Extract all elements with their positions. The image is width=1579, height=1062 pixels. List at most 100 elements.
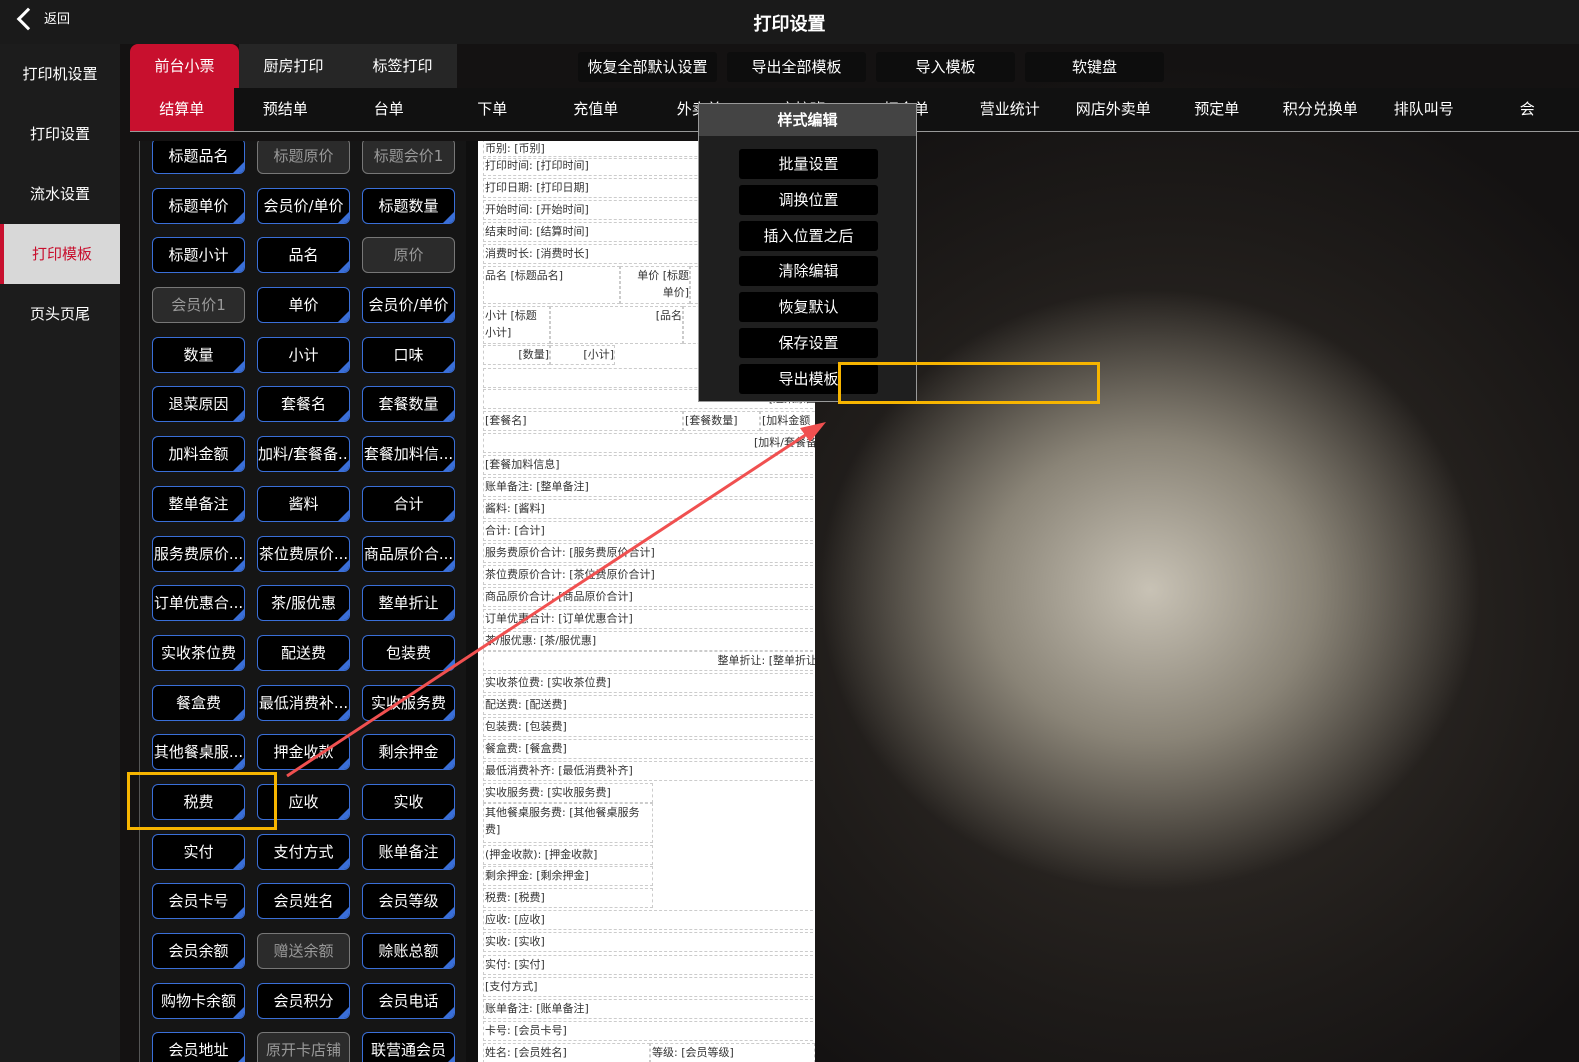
tab-receipt-12[interactable]: 排队叫号 — [1372, 88, 1476, 131]
field-button[interactable]: 支付方式 — [257, 833, 350, 870]
preview-field[interactable]: 茶位费原价合计: [茶位费原价合计] — [483, 565, 815, 585]
preview-field[interactable]: 服务费原价合计: [服务费原价合计] — [483, 543, 815, 563]
field-button[interactable]: 标题原价 — [257, 141, 350, 174]
preview-field[interactable]: 订单优惠合计: [订单优惠合计] — [483, 609, 815, 629]
field-button[interactable]: 会员价1 — [152, 287, 245, 324]
field-button[interactable]: 最低消费补... — [257, 684, 350, 721]
tab-receipt-11[interactable]: 积分兑换单 — [1269, 88, 1373, 131]
preview-field[interactable]: [加料/套餐备 — [483, 433, 815, 453]
preview-field[interactable]: [小计] — [550, 345, 615, 365]
preview-field[interactable]: (押金收款): [押金收款] — [483, 845, 653, 865]
field-button[interactable]: 原开卡店铺 — [257, 1032, 350, 1062]
field-button[interactable]: 整单折让 — [362, 585, 455, 622]
field-button[interactable]: 押金收款 — [257, 734, 350, 771]
field-button[interactable]: 加料金额 — [152, 436, 245, 473]
field-button[interactable]: 实付 — [152, 833, 245, 870]
field-button[interactable]: 会员积分 — [257, 982, 350, 1019]
preview-field[interactable]: [支付方式] — [483, 977, 815, 997]
preview-field[interactable]: 其他餐桌服务费: [其他餐桌服务 费] — [483, 803, 653, 843]
tab-label-print[interactable]: 标签打印 — [348, 44, 457, 88]
field-button[interactable]: 实收茶位费 — [152, 634, 245, 671]
field-button[interactable]: 标题小计 — [152, 237, 245, 274]
field-button[interactable]: 合计 — [362, 485, 455, 522]
field-button[interactable]: 套餐名 — [257, 386, 350, 423]
field-button[interactable]: 口味 — [362, 336, 455, 373]
preview-field[interactable]: 卡号: [会员卡号] — [483, 1021, 815, 1041]
field-button[interactable]: 标题会价1 — [362, 141, 455, 174]
tab-receipt-1[interactable]: 预结单 — [234, 88, 338, 131]
field-button[interactable]: 配送费 — [257, 634, 350, 671]
field-button[interactable]: 包装费 — [362, 634, 455, 671]
field-button[interactable]: 数量 — [152, 336, 245, 373]
insert-after-button[interactable]: 插入位置之后 — [739, 220, 878, 251]
preview-field[interactable]: 小计 [标题 小计] — [483, 306, 550, 344]
field-button[interactable]: 整单备注 — [152, 485, 245, 522]
field-button[interactable]: 原价 — [362, 237, 455, 274]
preview-field[interactable]: 品名 [标题品名] — [483, 266, 620, 304]
tab-receipt-13[interactable]: 会 — [1476, 88, 1579, 131]
preview-field[interactable]: [数量] — [483, 345, 550, 365]
tab-front-receipt[interactable]: 前台小票 — [130, 44, 239, 88]
field-button[interactable]: 联营通会员 — [362, 1032, 455, 1062]
tab-receipt-3[interactable]: 下单 — [441, 88, 545, 131]
preview-field[interactable]: 整单折让: [整单折让 — [483, 651, 815, 671]
field-button[interactable]: 会员余额 — [152, 933, 245, 969]
preview-field[interactable]: [套餐名] — [483, 411, 683, 431]
preview-field[interactable]: 实收服务费: [实收服务费] — [483, 783, 653, 803]
field-button[interactable]: 标题单价 — [152, 187, 245, 224]
field-button[interactable]: 会员等级 — [362, 883, 455, 920]
field-button[interactable]: 标题品名 — [152, 141, 245, 174]
field-button[interactable]: 剩余押金 — [362, 734, 455, 771]
field-button[interactable]: 商品原价合... — [362, 535, 455, 572]
tab-receipt-9[interactable]: 网店外卖单 — [1062, 88, 1166, 131]
preview-field[interactable]: [加料金额 — [760, 411, 815, 431]
field-button[interactable]: 赊账总额 — [362, 933, 455, 969]
sidebar-item-serial-settings[interactable]: 流水设置 — [0, 164, 120, 224]
field-button[interactable]: 标题数量 — [362, 187, 455, 224]
save-settings-button[interactable]: 保存设置 — [739, 328, 878, 358]
preview-field[interactable]: 配送费: [配送费] — [483, 695, 815, 715]
field-button[interactable]: 实收 — [362, 783, 455, 820]
sidebar-item-header-footer[interactable]: 页头页尾 — [0, 284, 120, 344]
tab-kitchen-print[interactable]: 厨房打印 — [239, 44, 348, 88]
preview-field[interactable]: 实付: [实付] — [483, 955, 815, 975]
tab-receipt-4[interactable]: 充值单 — [544, 88, 648, 131]
field-button[interactable]: 会员电话 — [362, 982, 455, 1019]
sidebar-item-print-settings[interactable]: 打印设置 — [0, 104, 120, 164]
field-button[interactable]: 套餐加料信... — [362, 436, 455, 473]
tab-receipt-0[interactable]: 结算单 — [130, 88, 234, 131]
preview-field[interactable]: 合计: [合计] — [483, 521, 815, 541]
restore-default-button[interactable]: 恢复默认 — [739, 292, 878, 323]
field-button[interactable]: 购物卡余额 — [152, 982, 245, 1019]
field-button[interactable]: 小计 — [257, 336, 350, 373]
preview-field[interactable]: 税费: [税费] — [483, 888, 653, 908]
preview-field[interactable]: [套餐数量] — [683, 411, 760, 431]
field-button[interactable]: 会员价/单价 — [257, 187, 350, 224]
preview-field[interactable]: 单价 [标题 单价] — [620, 266, 690, 304]
preview-field[interactable]: 实收茶位费: [实收茶位费] — [483, 673, 815, 693]
field-button[interactable]: 会员姓名 — [257, 883, 350, 920]
preview-field[interactable]: 茶/服优惠: [茶/服优惠] — [483, 631, 815, 651]
field-button[interactable]: 会员地址 — [152, 1032, 245, 1062]
swap-position-button[interactable]: 调换位置 — [739, 184, 878, 215]
field-button[interactable]: 会员卡号 — [152, 883, 245, 920]
field-button[interactable]: 服务费原价... — [152, 535, 245, 572]
soft-keyboard-button[interactable]: 软键盘 — [1025, 52, 1164, 82]
preview-field[interactable]: 最低消费补齐: [最低消费补齐] — [483, 761, 815, 781]
field-button[interactable]: 其他餐桌服... — [152, 734, 245, 771]
sidebar-item-printer-settings[interactable]: 打印机设置 — [0, 44, 120, 104]
preview-field[interactable]: 等级: [会员等级] — [650, 1043, 815, 1062]
restore-all-defaults-button[interactable]: 恢复全部默认设置 — [578, 52, 717, 82]
field-button[interactable]: 实收服务费 — [362, 684, 455, 721]
field-button[interactable]: 品名 — [257, 237, 350, 274]
field-button[interactable]: 赠送余额 — [257, 933, 350, 969]
preview-field[interactable]: [套餐加料信息] — [483, 455, 815, 475]
field-button[interactable]: 茶位费原价... — [257, 535, 350, 572]
field-button[interactable]: 账单备注 — [362, 833, 455, 870]
preview-field[interactable]: 账单备注: [整单备注] — [483, 477, 815, 497]
preview-field[interactable]: 商品原价合计: [商品原价合计] — [483, 587, 815, 607]
field-button[interactable]: 单价 — [257, 287, 350, 324]
field-button[interactable]: 餐盒费 — [152, 684, 245, 721]
field-button[interactable]: 茶/服优惠 — [257, 585, 350, 622]
preview-field[interactable]: 姓名: [会员姓名] — [483, 1043, 650, 1062]
